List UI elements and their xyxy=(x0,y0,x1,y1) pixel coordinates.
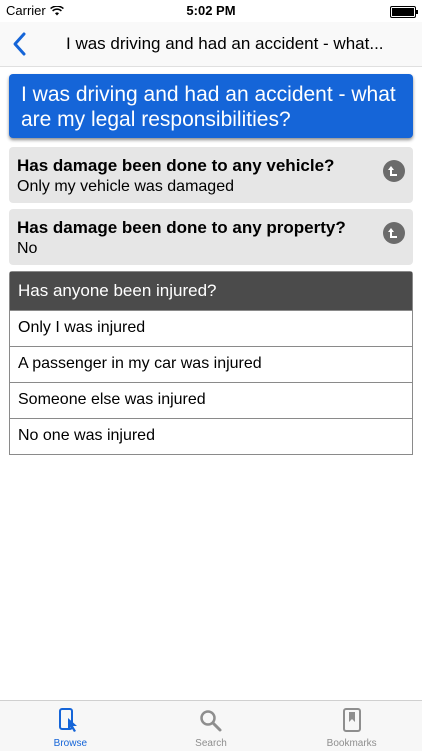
answered-question-text: Has damage been done to any property? xyxy=(17,218,346,237)
answered-question-vehicle[interactable]: Has damage been done to any vehicle? Onl… xyxy=(9,147,413,203)
answered-answer-text: No xyxy=(17,240,38,257)
topic-title: I was driving and had an accident - what… xyxy=(9,74,413,138)
answered-question-text: Has damage been done to any vehicle? xyxy=(17,156,335,175)
tab-search[interactable]: Search xyxy=(141,701,282,751)
tab-label: Bookmarks xyxy=(326,738,377,749)
search-icon xyxy=(200,710,222,732)
answer-option[interactable]: No one was injured xyxy=(10,418,412,454)
undo-icon[interactable] xyxy=(383,222,405,244)
current-question-card: Has anyone been injured? Only I was inju… xyxy=(9,271,413,455)
answer-option[interactable]: A passenger in my car was injured xyxy=(10,346,412,382)
browse-icon xyxy=(59,708,78,732)
tab-label: Search xyxy=(195,738,227,749)
battery-icon xyxy=(390,6,418,18)
back-chevron-icon[interactable] xyxy=(8,30,32,58)
tab-bar: Browse Search Bookmarks xyxy=(0,700,422,751)
tab-bookmarks[interactable]: Bookmarks xyxy=(281,701,422,751)
nav-title: I was driving and had an accident - what… xyxy=(66,34,384,53)
answer-option[interactable]: Someone else was injured xyxy=(10,382,412,418)
navigation-bar: I was driving and had an accident - what… xyxy=(0,22,422,67)
bookmark-icon xyxy=(342,708,361,732)
status-bar: Carrier 5:02 PM xyxy=(0,0,422,22)
answered-question-property[interactable]: Has damage been done to any property? No xyxy=(9,209,413,265)
tab-browse[interactable]: Browse xyxy=(0,701,141,751)
answered-answer-text: Only my vehicle was damaged xyxy=(17,178,234,195)
clock: 5:02 PM xyxy=(186,3,236,18)
undo-icon[interactable] xyxy=(383,160,405,182)
current-question-text: Has anyone been injured? xyxy=(10,272,412,310)
tab-label: Browse xyxy=(53,738,88,749)
answer-option[interactable]: Only I was injured xyxy=(10,310,412,346)
